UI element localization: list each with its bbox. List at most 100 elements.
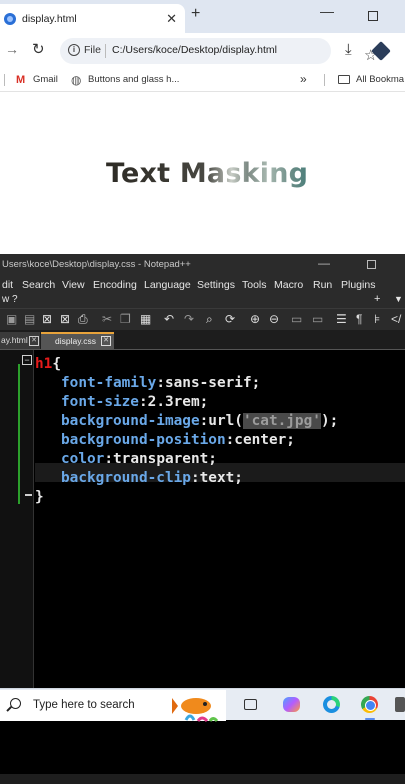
- address-bar[interactable]: i File C:/Users/koce/Desktop/display.htm…: [60, 38, 377, 64]
- css-selector: h1: [35, 356, 53, 372]
- reload-icon[interactable]: ↻: [32, 40, 45, 58]
- replace-icon[interactable]: ⟳: [225, 312, 235, 326]
- bookmarks-separator: [324, 74, 325, 86]
- save-icon[interactable]: ▤: [24, 312, 35, 326]
- taskbar-app-icon[interactable]: [395, 697, 405, 712]
- find-icon[interactable]: ⌕: [206, 312, 213, 326]
- menu-window-help[interactable]: w ?: [2, 294, 18, 305]
- browser-navbar: → ↻ i File C:/Users/koce/Desktop/display…: [0, 33, 405, 68]
- close-all-icon[interactable]: ⊠: [60, 312, 70, 326]
- taskbar-search-box[interactable]: Type here to search: [0, 690, 226, 722]
- tab-close-icon[interactable]: ✕: [29, 336, 39, 346]
- task-view-icon[interactable]: [244, 699, 257, 710]
- notepad-window: Users\koce\Desktop\display.css - Notepad…: [0, 254, 405, 784]
- browser-tab-display-html[interactable]: display.html ✕: [0, 4, 185, 33]
- word-wrap-icon[interactable]: ☰: [336, 312, 347, 326]
- code-line: color:transparent;: [61, 451, 217, 467]
- tab-display-html[interactable]: ay.html ✕: [0, 332, 40, 349]
- new-tab-button[interactable]: +: [191, 5, 200, 23]
- paste-icon[interactable]: ▦: [140, 312, 151, 326]
- code-line: font-family:sans-serif;: [61, 375, 261, 391]
- print-icon[interactable]: ⎙: [78, 312, 88, 326]
- css-property: color: [61, 451, 105, 467]
- info-icon[interactable]: i: [68, 44, 80, 56]
- indent-guide-icon[interactable]: ⊧: [374, 312, 380, 326]
- add-icon[interactable]: +: [374, 293, 380, 305]
- css-string-highlighted: 'cat.jpg': [242, 413, 321, 429]
- copilot-icon[interactable]: [283, 697, 300, 712]
- code-line-close: }: [35, 488, 44, 507]
- notepad-menubar: dit Search View Encoding Language Settin…: [0, 276, 405, 308]
- code-icon[interactable]: </: [391, 312, 401, 326]
- all-bookmarks[interactable]: All Bookma: [356, 74, 404, 85]
- css-property: background-position: [61, 432, 226, 448]
- url-text[interactable]: C:/Users/koce/Desktop/display.html: [112, 44, 277, 56]
- menu-encoding[interactable]: Encoding: [93, 279, 137, 291]
- sync-scroll-icon[interactable]: ▭: [291, 312, 302, 326]
- code-line: background-position:center;: [61, 432, 295, 448]
- menu-search[interactable]: Search: [22, 279, 55, 291]
- maximize-icon[interactable]: [368, 11, 378, 21]
- css-value: text;: [199, 470, 243, 486]
- bookmark-buttons-and-glass[interactable]: Buttons and glass h...: [88, 74, 179, 85]
- menu-tools[interactable]: Tools: [242, 279, 267, 291]
- zoom-in-icon[interactable]: ⊕: [250, 312, 260, 326]
- forward-arrow-icon[interactable]: →: [5, 41, 19, 57]
- sync-horizontal-icon[interactable]: ▭: [312, 312, 323, 326]
- chrome-browser-icon[interactable]: [361, 696, 378, 713]
- maximize-icon[interactable]: [367, 260, 376, 269]
- menu-language[interactable]: Language: [144, 279, 191, 291]
- menu-run[interactable]: Run: [313, 279, 332, 291]
- notepad-title: Users\koce\Desktop\display.css - Notepad…: [2, 259, 191, 270]
- tab-display-css[interactable]: display.css ✕: [41, 332, 114, 349]
- code-editor[interactable]: − h1{ font-family:sans-serif; font-size:…: [0, 350, 405, 784]
- fish-search-highlight-icon: [172, 698, 219, 722]
- browser-tab-title: display.html: [22, 12, 77, 25]
- code-line: font-size:2.3rem;: [61, 394, 209, 410]
- file-scheme-chip: File: [84, 44, 101, 56]
- minimize-icon[interactable]: —: [320, 3, 334, 19]
- css-value: 2.3rem;: [147, 394, 209, 410]
- menu-settings[interactable]: Settings: [197, 279, 235, 291]
- bookmarks-bar: M Gmail ◍ Buttons and glass h... » All B…: [0, 68, 405, 92]
- menu-view[interactable]: View: [62, 279, 85, 291]
- menu-edit[interactable]: dit: [2, 279, 13, 291]
- css-property: font-size: [61, 394, 139, 410]
- globe-icon[interactable]: ◍: [71, 73, 81, 87]
- search-placeholder: Type here to search: [33, 699, 135, 711]
- bookmark-gmail[interactable]: Gmail: [33, 74, 58, 85]
- redo-icon[interactable]: ↷: [184, 312, 194, 326]
- show-all-chars-icon[interactable]: ¶: [356, 312, 362, 326]
- code-line-selector: h1{: [35, 355, 61, 374]
- css-value: transparent;: [113, 451, 217, 467]
- copy-icon[interactable]: ❐: [120, 312, 131, 326]
- tab-label: ay.html: [1, 335, 28, 345]
- close-icon[interactable]: ⊠: [42, 312, 52, 326]
- tab-close-icon[interactable]: ✕: [101, 336, 111, 346]
- browser-tabstrip: display.html ✕ + —: [0, 0, 405, 33]
- menu-plugins[interactable]: Plugins: [341, 279, 375, 291]
- fold-collapse-icon[interactable]: −: [22, 355, 32, 365]
- page-heading-text-masking: Text Masking: [106, 158, 309, 189]
- css-value: center;: [234, 432, 295, 448]
- notepad-tabbar: ay.html ✕ display.css ✕: [0, 330, 405, 350]
- download-icon[interactable]: ⤓: [345, 41, 352, 58]
- new-file-icon[interactable]: ▣: [6, 312, 17, 326]
- notepad-toolbar: ▣ ▤ ⊠ ⊠ ⎙ ✂ ❐ ▦ ↶ ↷ ⌕ ⟳ ⊕ ⊖ ▭ ▭ ☰ ¶ ⊧ </: [0, 308, 405, 330]
- gmail-icon[interactable]: M: [16, 74, 25, 86]
- search-icon: [10, 698, 21, 709]
- tab-close-icon[interactable]: ✕: [166, 11, 177, 27]
- horizontal-scrollbar[interactable]: [0, 774, 405, 784]
- minimize-icon[interactable]: —: [318, 256, 330, 270]
- folder-icon[interactable]: [338, 75, 350, 84]
- chevron-down-icon[interactable]: ▼: [394, 294, 403, 304]
- menu-macro[interactable]: Macro: [274, 279, 303, 291]
- css-property: background-image: [61, 413, 200, 429]
- edge-browser-icon[interactable]: [323, 696, 340, 713]
- bookmarks-more-icon[interactable]: »: [300, 72, 307, 86]
- browser-window: display.html ✕ + — → ↻ i File C:/Users/k…: [0, 0, 405, 254]
- notepad-titlebar: Users\koce\Desktop\display.css - Notepad…: [0, 254, 405, 276]
- zoom-out-icon[interactable]: ⊖: [269, 312, 279, 326]
- cut-icon[interactable]: ✂: [102, 312, 112, 326]
- undo-icon[interactable]: ↶: [164, 312, 174, 326]
